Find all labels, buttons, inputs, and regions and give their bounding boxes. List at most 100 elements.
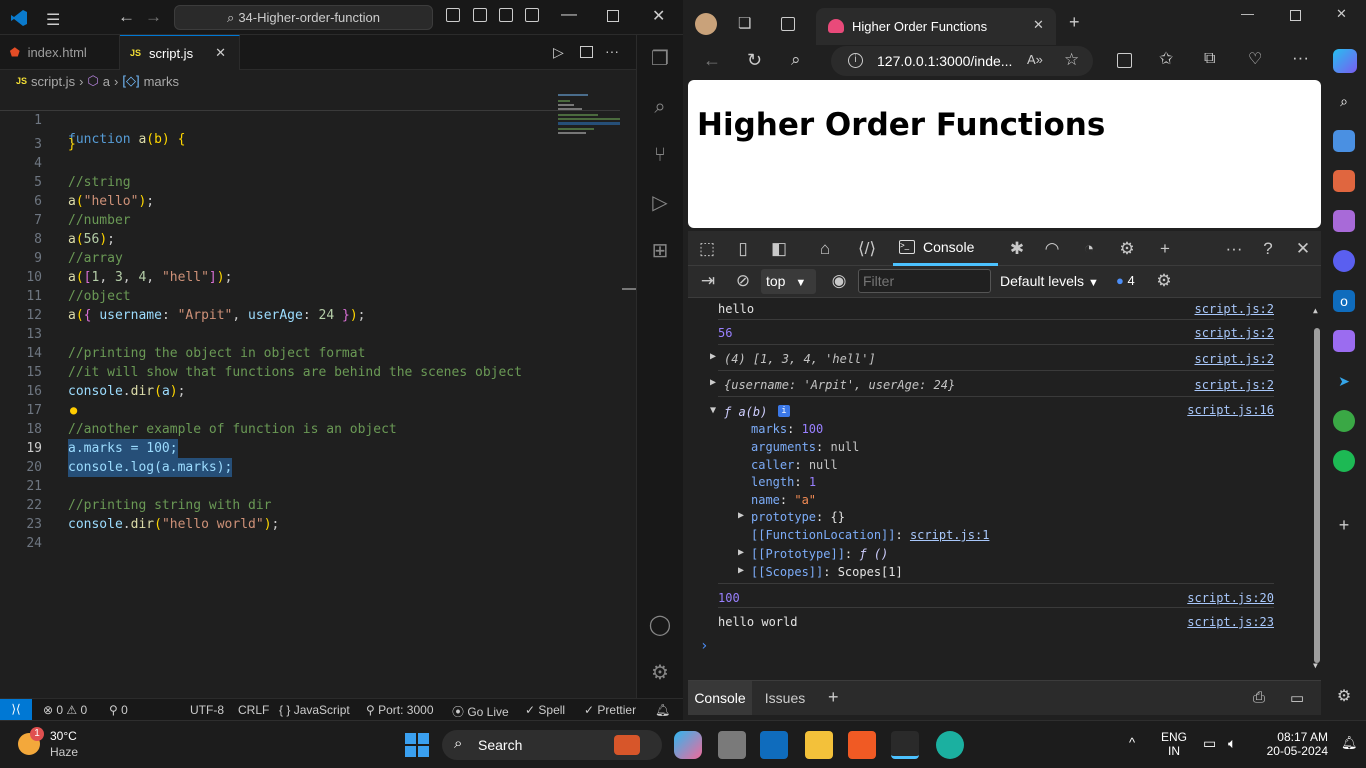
context-selector[interactable]: top ▼ — [761, 269, 816, 294]
console-message[interactable]: ▶ (4) [1, 3, 4, 'hell'] script.js:2 — [710, 345, 1274, 371]
send-icon[interactable]: ➤ — [1333, 370, 1355, 392]
info-icon[interactable]: i — [778, 405, 790, 417]
source-link[interactable]: script.js:1 — [910, 528, 989, 542]
issues-counter[interactable]: ● 4 — [1116, 273, 1135, 288]
bell-icon[interactable]: 🔔︎ — [655, 703, 670, 717]
breadcrumb-symbol-a[interactable]: a — [103, 74, 110, 89]
browser-essentials-icon[interactable]: ♡ — [1248, 49, 1262, 69]
console-message-function[interactable]: ▼ ƒ a(b) i script.js:16 marks: 100 argum… — [710, 397, 1274, 584]
favorites-icon[interactable]: ✩ — [1159, 49, 1173, 69]
prettier-indicator[interactable]: ✓ Prettier — [584, 703, 636, 717]
scroll-down-icon[interactable]: ▼ — [1313, 661, 1318, 670]
close-tab-icon[interactable]: ✕ — [215, 45, 226, 61]
source-control-icon[interactable]: ⑂ — [648, 143, 672, 167]
lightbulb-icon[interactable]: ● — [70, 401, 77, 420]
browser-tab-active[interactable]: Higher Order Functions ✕ — [816, 8, 1056, 45]
search-icon[interactable]: ⌕ — [1333, 90, 1355, 112]
maximize-icon[interactable] — [607, 10, 619, 22]
copilot-pre-icon[interactable] — [674, 731, 702, 759]
breadcrumb-file[interactable]: script.js — [31, 74, 75, 89]
weather-widget[interactable]: 1 30°C Haze — [18, 727, 88, 761]
dock-icon[interactable]: ◧ — [768, 238, 790, 260]
source-link[interactable]: script.js:16 — [1187, 403, 1274, 417]
console-prompt-icon[interactable]: › — [700, 638, 708, 654]
expand-triangle-icon[interactable]: ▶ — [738, 565, 744, 576]
source-link[interactable]: script.js:23 — [1187, 615, 1274, 629]
language-indicator[interactable]: ENG IN — [1160, 730, 1188, 758]
tools-icon[interactable] — [1333, 170, 1355, 192]
bug-icon[interactable]: ✱ — [1006, 238, 1028, 260]
close-devtools-icon[interactable]: ✕ — [1292, 238, 1314, 260]
sidebar-settings-icon[interactable]: ⚙ — [1333, 686, 1355, 708]
clock[interactable]: 08:17 AM 20-05-2024 — [1258, 730, 1328, 758]
eol[interactable]: CRLF — [238, 703, 269, 717]
source-link[interactable]: script.js:2 — [1195, 302, 1274, 316]
brave-icon[interactable] — [848, 731, 876, 759]
read-aloud-icon[interactable]: A» — [1027, 52, 1043, 67]
tab-script-js[interactable]: JS script.js ✕ — [120, 35, 240, 70]
close-tab-icon[interactable]: ✕ — [1033, 17, 1044, 33]
expand-triangle-icon[interactable]: ▶ — [710, 377, 716, 388]
tag-icon[interactable] — [1333, 130, 1355, 152]
expand-triangle-icon[interactable]: ▶ — [710, 351, 716, 362]
tray-chevron-up-icon[interactable]: ^ — [1129, 735, 1135, 750]
spell-indicator[interactable]: ✓ Spell — [525, 703, 565, 717]
explorer-icon[interactable]: ❐ — [648, 47, 672, 71]
sidebar-toggle-icon[interactable]: ⇥ — [697, 270, 719, 292]
workspaces-icon[interactable]: ❏ — [738, 14, 751, 32]
ports-indicator[interactable]: ⚲ 0 — [109, 703, 128, 717]
language-mode[interactable]: { } JavaScript — [279, 703, 350, 717]
more-actions-icon[interactable]: ··· — [605, 43, 619, 59]
outlook-icon[interactable]: o — [1333, 290, 1355, 312]
code-editor[interactable]: 1 function a(b) { 3} 4 5//string 6 a("hel… — [0, 92, 636, 698]
scroll-up-icon[interactable]: ▲ — [1313, 306, 1318, 315]
remote-icon[interactable]: ⟩⟨ — [0, 699, 32, 720]
copilot-icon[interactable] — [1333, 49, 1357, 73]
welcome-home-icon[interactable]: ⌂ — [814, 238, 836, 260]
collections-icon[interactable]: ⧉ — [1204, 50, 1215, 68]
volume-icon[interactable]: 🔈︎ — [1228, 735, 1236, 752]
network-wifi-icon[interactable]: ◠ — [1041, 238, 1063, 260]
more-tools-icon[interactable]: ··· — [1223, 238, 1245, 260]
quick-view-icon[interactable]: ⎙ — [1253, 689, 1265, 706]
source-link[interactable]: script.js:2 — [1195, 326, 1274, 340]
memory-icon[interactable]: ⚙ — [1116, 238, 1138, 260]
minimize-icon[interactable]: — — [1241, 6, 1254, 21]
tab-actions-icon[interactable] — [781, 17, 795, 31]
source-link[interactable]: script.js:2 — [1195, 352, 1274, 366]
notification-bell-icon[interactable]: 🔔︎ — [1341, 735, 1358, 751]
inspect-icon[interactable]: ⬚ — [696, 238, 718, 260]
split-editor-icon[interactable] — [580, 46, 593, 58]
maximize-icon[interactable] — [1290, 10, 1301, 21]
expand-triangle-icon[interactable]: ▶ — [738, 547, 744, 558]
close-icon[interactable]: ✕ — [1336, 6, 1347, 22]
task-view-icon[interactable] — [718, 731, 746, 759]
go-live-button[interactable]: ⦿ Go Live — [452, 703, 509, 720]
live-expression-eye-icon[interactable]: ◉ — [828, 270, 850, 292]
tab-index-html[interactable]: ⬟ index.html — [0, 35, 120, 70]
expand-triangle-icon[interactable]: ▶ — [738, 510, 744, 521]
drawer-tab-issues[interactable]: Issues — [760, 681, 810, 715]
source-link[interactable]: script.js:20 — [1187, 591, 1274, 605]
toggle-sidebar-icon[interactable] — [446, 8, 460, 22]
toggle-secondary-sidebar-icon[interactable] — [499, 8, 513, 22]
spotify-icon[interactable] — [1333, 450, 1355, 472]
minimap[interactable] — [556, 92, 622, 137]
port-indicator[interactable]: ⚲ Port: 3000 — [366, 703, 434, 717]
add-icon[interactable]: + — [1333, 514, 1355, 536]
console-settings-gear-icon[interactable]: ⚙ — [1153, 270, 1175, 292]
taskbar-search[interactable]: ⌕ Search — [442, 730, 662, 760]
close-icon[interactable]: ✕ — [652, 6, 665, 26]
copilot-sidebar-icon[interactable] — [1333, 250, 1355, 272]
avatar[interactable] — [695, 13, 717, 35]
scroll-thumb[interactable] — [1314, 328, 1320, 663]
settings-more-icon[interactable]: ··· — [1292, 48, 1309, 68]
edge-taskbar-icon[interactable] — [936, 731, 964, 759]
back-arrow-icon[interactable]: ← — [703, 50, 721, 71]
add-drawer-tab-icon[interactable]: + — [828, 687, 839, 708]
search-icon[interactable]: ⌕ — [648, 95, 672, 119]
refresh-icon[interactable]: ↻ — [747, 50, 762, 71]
performance-icon[interactable]: ◔ — [1078, 238, 1100, 260]
add-tool-icon[interactable]: + — [1154, 238, 1176, 260]
games-icon[interactable] — [1333, 210, 1355, 232]
